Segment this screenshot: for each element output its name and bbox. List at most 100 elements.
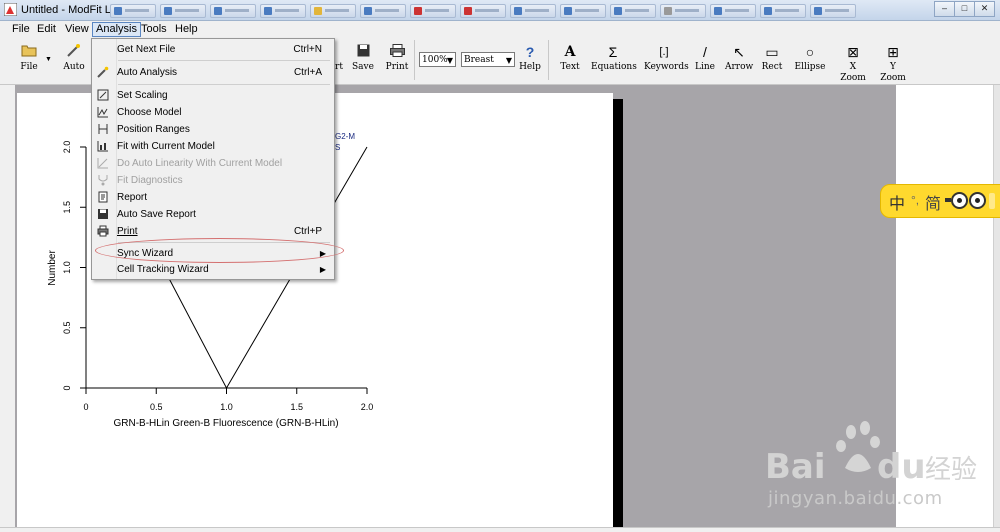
ime-handle[interactable]	[989, 193, 995, 209]
menu-tools[interactable]: Tools	[138, 23, 170, 36]
ellipse-tool-button[interactable]: ○ Ellipse	[792, 42, 828, 73]
open-folder-icon	[14, 42, 44, 62]
x-tick-label: 0.5	[150, 402, 163, 412]
zoom-select[interactable]: 100% ▼	[419, 52, 456, 67]
minimize-button[interactable]: –	[934, 1, 955, 17]
menu-item-auto-analysis[interactable]: Auto Analysis Ctrl+A	[92, 64, 334, 81]
layout-select[interactable]: Breast ▼	[461, 52, 515, 67]
taskbar-button[interactable]	[810, 4, 856, 18]
title-bar: Untitled - ModFit LT – □ ✕	[0, 0, 1000, 21]
scaling-icon	[96, 89, 109, 102]
sigma-icon: Σ	[608, 44, 618, 60]
watermark-url: jingyan.baidu.com	[768, 488, 943, 509]
app-icon	[4, 3, 17, 16]
rect-tool-button[interactable]: ▭ Rect	[760, 42, 784, 73]
arrow-tool-button[interactable]: ↖ Arrow	[725, 42, 753, 73]
x-tick-label: 1.0	[220, 402, 233, 412]
x-axis-label: GRN-B-HLin Green-B Fluorescence (GRN-B-H…	[113, 418, 338, 429]
keywords-tool-button[interactable]: [.] Keywords	[644, 42, 689, 73]
equations-tool-button[interactable]: Σ Equations	[591, 42, 637, 73]
ime-mascot-eye-icon	[951, 192, 968, 209]
taskbar-button[interactable]	[110, 4, 156, 18]
taskbar-button[interactable]	[610, 4, 656, 18]
menu-item-cell-tracking-wizard[interactable]: Cell Tracking Wizard ▶	[92, 261, 334, 278]
menu-item-auto-linearity[interactable]: Do Auto Linearity With Current Model	[92, 155, 334, 172]
line-icon: /	[703, 44, 707, 60]
page-shadow	[613, 99, 623, 527]
legend-entry: G2-M	[335, 132, 355, 141]
taskbar-button[interactable]	[710, 4, 756, 18]
menu-item-choose-model[interactable]: Choose Model	[92, 104, 334, 121]
help-button[interactable]: ? Help	[519, 42, 541, 73]
y-tick-label: 0	[62, 385, 72, 390]
menu-item-set-scaling[interactable]: Set Scaling	[92, 87, 334, 104]
file-button[interactable]: File	[14, 42, 44, 73]
menu-edit[interactable]: Edit	[34, 23, 59, 36]
menu-item-fit-diagnostics[interactable]: Fit Diagnostics	[92, 172, 334, 189]
left-margin	[0, 85, 15, 527]
vertical-scrollbar[interactable]	[993, 85, 1000, 527]
file-dropdown-arrow-icon[interactable]: ▼	[45, 56, 52, 63]
taskbar-button[interactable]	[260, 4, 306, 18]
menu-bar: File Edit View Analysis Tools Help	[0, 21, 1000, 38]
menu-item-position-ranges[interactable]: Position Ranges	[92, 121, 334, 138]
ime-simplified-mode[interactable]: 简	[925, 190, 941, 214]
ellipse-icon: ○	[805, 44, 815, 60]
auto-button[interactable]: Auto	[59, 42, 89, 73]
submenu-arrow-icon: ▶	[319, 265, 326, 274]
model-chart-icon	[96, 106, 109, 119]
stethoscope-icon	[96, 174, 109, 187]
taskbar-button[interactable]	[410, 4, 456, 18]
line-tool-button[interactable]: / Line	[693, 42, 717, 73]
close-button[interactable]: ✕	[974, 1, 995, 17]
print-button[interactable]: Print	[383, 42, 411, 73]
printer-icon	[383, 42, 411, 62]
menu-item-get-next-file[interactable]: Get Next File Ctrl+N	[92, 41, 334, 58]
maximize-button[interactable]: □	[954, 1, 975, 17]
magic-wand-icon	[96, 66, 109, 79]
y-tick-label: 0.5	[62, 321, 72, 334]
menu-item-report[interactable]: Report	[92, 189, 334, 206]
chevron-down-icon: ▼	[505, 56, 512, 65]
taskbar-button[interactable]	[210, 4, 256, 18]
menu-analysis[interactable]: Analysis	[92, 22, 141, 37]
taskbar-button[interactable]	[560, 4, 606, 18]
report-icon	[96, 191, 109, 204]
arrow-cursor-icon: ↖	[733, 44, 745, 60]
ime-chinese-mode[interactable]: 中	[889, 190, 905, 214]
help-icon: ?	[525, 44, 535, 60]
legend-entry: S	[335, 143, 340, 152]
y-axis-label: Number	[47, 250, 58, 286]
taskbar-button[interactable]	[510, 4, 556, 18]
taskbar-button[interactable]	[360, 4, 406, 18]
highlight-annotation-ellipse	[95, 238, 344, 263]
menu-item-auto-save-report[interactable]: Auto Save Report	[92, 206, 334, 223]
save-button[interactable]: Save	[350, 42, 376, 73]
taskbar-button[interactable]	[760, 4, 806, 18]
menu-help[interactable]: Help	[172, 23, 201, 36]
menu-file[interactable]: File	[9, 23, 33, 36]
window-title: Untitled - ModFit LT	[21, 4, 117, 16]
chart-legend: G0-G1G2-MS	[335, 132, 355, 152]
chevron-down-icon: ▼	[446, 56, 453, 65]
status-bar	[0, 527, 1000, 532]
linearity-icon	[96, 157, 109, 170]
x-zoom-icon: ⊠	[847, 44, 859, 60]
menu-view[interactable]: View	[62, 23, 92, 36]
ime-punctuation-mode[interactable]: °,	[911, 193, 919, 207]
printer-icon	[96, 225, 109, 238]
y-zoom-button[interactable]: ⊞ Y Zoom	[876, 42, 910, 84]
magic-wand-icon	[59, 42, 89, 62]
ime-toolbar[interactable]: 中 °, 简	[880, 184, 1000, 218]
ranges-icon	[96, 123, 109, 136]
floppy-disk-icon	[350, 42, 376, 62]
x-tick-label: 0	[83, 402, 88, 412]
ime-mascot-eye-icon	[969, 192, 986, 209]
menu-item-fit-current-model[interactable]: Fit with Current Model	[92, 138, 334, 155]
taskbar-button[interactable]	[160, 4, 206, 18]
taskbar-button[interactable]	[660, 4, 706, 18]
taskbar-button[interactable]	[460, 4, 506, 18]
taskbar-button[interactable]	[310, 4, 356, 18]
text-tool-button[interactable]: A Text	[558, 42, 582, 73]
x-zoom-button[interactable]: ⊠ X Zoom	[837, 42, 869, 84]
